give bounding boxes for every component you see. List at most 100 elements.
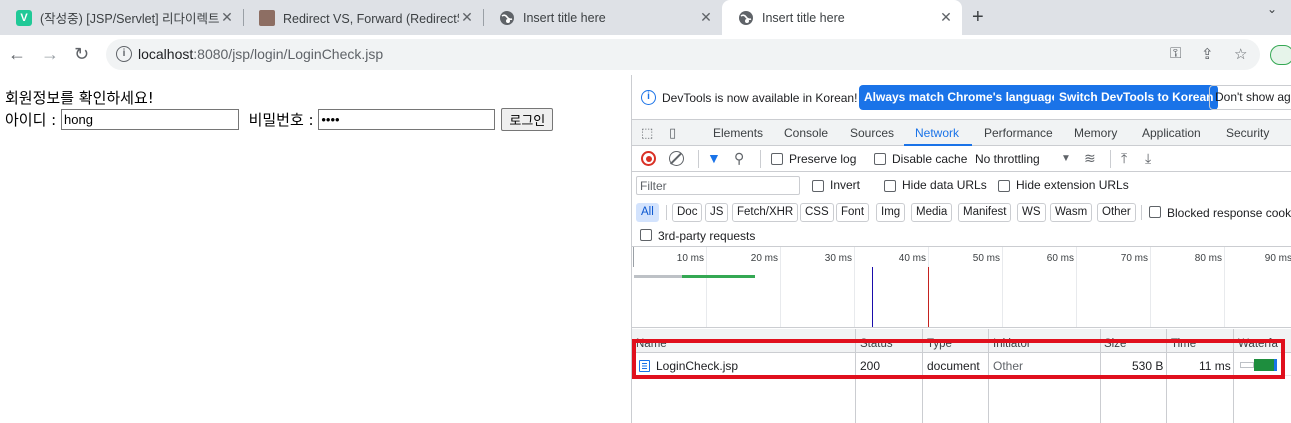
device-toolbar-icon[interactable]: ▯ bbox=[669, 125, 676, 141]
browser-tab-2[interactable]: Redirect VS, Forward (Redirect와 ✕ bbox=[243, 0, 483, 35]
blocked-cookies-label: Blocked response cooki bbox=[1167, 206, 1291, 220]
tab-elements[interactable]: Elements bbox=[713, 126, 763, 140]
tab-title: Insert title here bbox=[762, 10, 845, 25]
devtools-panel-tabs: ⬚ ▯ Elements Console Sources Network Per… bbox=[632, 120, 1291, 146]
chevron-down-icon[interactable]: ⌄ bbox=[1267, 2, 1277, 16]
export-har-icon[interactable]: ⤓ bbox=[1145, 150, 1151, 167]
infobar-message: DevTools is now available in Korean! bbox=[662, 91, 858, 105]
toolbar-divider bbox=[1110, 150, 1111, 168]
forward-arrow-icon[interactable]: → bbox=[41, 44, 59, 65]
waiting-bar bbox=[634, 275, 682, 278]
tab-performance[interactable]: Performance bbox=[984, 126, 1053, 140]
id-input[interactable] bbox=[61, 109, 240, 130]
network-overview-timeline[interactable]: 10 ms 20 ms 30 ms 40 ms 50 ms 60 ms 70 m… bbox=[632, 247, 1291, 328]
load-event-line bbox=[928, 267, 929, 327]
browser-tab-3[interactable]: Insert title here ✕ bbox=[483, 0, 722, 35]
tick-label: 40 ms bbox=[898, 253, 926, 264]
disable-cache-checkbox[interactable] bbox=[874, 153, 886, 165]
type-css-chip[interactable]: CSS bbox=[800, 203, 834, 222]
timeline-gridline bbox=[1150, 247, 1151, 327]
always-match-language-button[interactable]: Always match Chrome's language bbox=[859, 85, 1064, 110]
switch-to-korean-button[interactable]: Switch DevTools to Korean bbox=[1054, 85, 1219, 110]
bookmark-star-icon[interactable]: ☆ bbox=[1234, 45, 1247, 63]
hide-extension-urls-checkbox[interactable] bbox=[998, 180, 1010, 192]
throttling-select[interactable]: No throttling bbox=[975, 152, 1040, 166]
globe-icon bbox=[499, 10, 515, 26]
inspect-element-icon[interactable]: ⬚ bbox=[641, 125, 653, 141]
extension-icon[interactable] bbox=[1270, 45, 1291, 65]
tab-network[interactable]: Network bbox=[915, 126, 959, 140]
back-arrow-icon[interactable]: ← bbox=[8, 44, 26, 65]
tab-security[interactable]: Security bbox=[1226, 126, 1269, 140]
record-icon[interactable] bbox=[641, 151, 656, 166]
type-manifest-chip[interactable]: Manifest bbox=[958, 203, 1012, 222]
close-tab-icon[interactable]: ✕ bbox=[219, 9, 235, 26]
password-input[interactable] bbox=[318, 109, 496, 130]
login-button[interactable]: 로그인 bbox=[501, 108, 554, 131]
page-viewport: 회원정보를 확인하세요! 아이디 : 비밀번호 : 로그인 bbox=[0, 75, 631, 423]
disable-cache-label: Disable cache bbox=[892, 152, 968, 166]
filter-funnel-icon[interactable]: ▼ bbox=[707, 150, 721, 166]
site-info-icon[interactable]: i bbox=[116, 46, 132, 62]
id-label: 아이디 : bbox=[5, 111, 57, 129]
preserve-log-checkbox[interactable] bbox=[771, 153, 783, 165]
browser-tab-1[interactable]: V (작성중) [JSP/Servlet] 리다이렉트 ✕ bbox=[0, 0, 243, 35]
reload-icon[interactable]: ↻ bbox=[74, 44, 89, 65]
page-heading: 회원정보를 확인하세요! bbox=[5, 89, 154, 107]
timeline-gridline bbox=[854, 247, 855, 327]
third-party-bar: 3rd-party requests bbox=[632, 224, 1291, 247]
address-url[interactable]: localhost:8080/jsp/login/LoginCheck.jsp bbox=[138, 46, 383, 62]
clear-icon[interactable] bbox=[669, 151, 684, 166]
dom-content-loaded-line bbox=[872, 267, 873, 327]
tick-label: 60 ms bbox=[1046, 253, 1074, 264]
address-bar[interactable]: i localhost:8080/jsp/login/LoginCheck.js… bbox=[106, 39, 1260, 70]
tab-application[interactable]: Application bbox=[1142, 126, 1201, 140]
type-fetch-xhr-chip[interactable]: Fetch/XHR bbox=[732, 203, 799, 222]
close-tab-icon[interactable]: ✕ bbox=[938, 9, 954, 26]
browser-toolbar: ← → ↻ i localhost:8080/jsp/login/LoginCh… bbox=[0, 35, 1291, 75]
tab-sources[interactable]: Sources bbox=[850, 126, 894, 140]
type-doc-chip[interactable]: Doc bbox=[672, 203, 703, 222]
close-tab-icon[interactable]: ✕ bbox=[459, 9, 475, 26]
type-other-chip[interactable]: Other bbox=[1097, 203, 1136, 222]
blocked-cookies-checkbox[interactable] bbox=[1149, 206, 1161, 218]
third-party-checkbox[interactable] bbox=[640, 229, 652, 241]
type-ws-chip[interactable]: WS bbox=[1017, 203, 1046, 222]
browser-tab-active[interactable]: Insert title here ✕ bbox=[722, 0, 962, 35]
network-toolbar: ▼ ⚲ Preserve log Disable cache No thrott… bbox=[632, 146, 1291, 172]
timeline-gridline bbox=[780, 247, 781, 327]
download-bar bbox=[682, 275, 755, 278]
tab-memory[interactable]: Memory bbox=[1074, 126, 1117, 140]
network-conditions-icon[interactable]: ≋ bbox=[1084, 150, 1096, 167]
type-all-chip[interactable]: All bbox=[636, 203, 659, 222]
type-img-chip[interactable]: Img bbox=[876, 203, 906, 222]
share-icon[interactable]: ⇪ bbox=[1201, 45, 1214, 63]
type-media-chip[interactable]: Media bbox=[911, 203, 953, 222]
preserve-log-label: Preserve log bbox=[789, 152, 857, 166]
timeline-gridline bbox=[1076, 247, 1077, 327]
login-form: 아이디 : 비밀번호 : 로그인 bbox=[5, 108, 554, 131]
import-har-icon[interactable]: ⤒ bbox=[1121, 150, 1127, 167]
close-tab-icon[interactable]: ✕ bbox=[698, 9, 714, 26]
hide-data-urls-checkbox[interactable] bbox=[884, 180, 896, 192]
type-font-chip[interactable]: Font bbox=[836, 203, 870, 222]
tab-title: (작성중) [JSP/Servlet] 리다이렉트 bbox=[40, 12, 219, 26]
tab-console[interactable]: Console bbox=[784, 126, 828, 140]
type-js-chip[interactable]: JS bbox=[705, 203, 729, 222]
hide-extension-urls-label: Hide extension URLs bbox=[1016, 178, 1129, 192]
filter-bar: Filter Invert Hide data URLs Hide extens… bbox=[632, 172, 1291, 197]
invert-checkbox[interactable] bbox=[812, 180, 824, 192]
dont-show-again-button[interactable]: Don't show ag bbox=[1209, 85, 1291, 110]
filter-input[interactable]: Filter bbox=[636, 176, 800, 195]
type-wasm-chip[interactable]: Wasm bbox=[1050, 203, 1093, 222]
chevron-down-icon[interactable]: ▼ bbox=[1061, 153, 1071, 164]
search-icon[interactable]: ⚲ bbox=[734, 150, 744, 167]
browser-tab-strip: V (작성중) [JSP/Servlet] 리다이렉트 ✕ Redirect V… bbox=[0, 0, 1291, 35]
resource-type-filter: All Doc JS Fetch/XHR CSS Font Img Media … bbox=[632, 199, 1291, 224]
timeline-gridline bbox=[706, 247, 707, 327]
tick-label: 10 ms bbox=[676, 253, 704, 264]
timeline-gridline bbox=[1224, 247, 1225, 327]
tick-label: 70 ms bbox=[1120, 253, 1148, 264]
key-icon[interactable]: ⚿ bbox=[1170, 45, 1181, 62]
new-tab-plus-icon[interactable]: + bbox=[972, 6, 984, 29]
